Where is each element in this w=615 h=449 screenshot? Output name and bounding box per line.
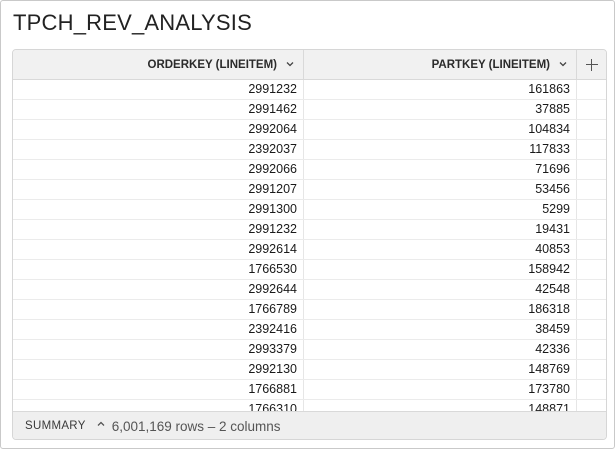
summary-toggle-label[interactable]: SUMMARY <box>25 420 86 432</box>
cell-orderkey[interactable]: 2392416 <box>13 320 304 339</box>
cell-empty <box>577 200 606 219</box>
cell-partkey[interactable]: 104834 <box>304 120 577 139</box>
cell-partkey[interactable]: 37885 <box>304 100 577 119</box>
cell-empty <box>577 240 606 259</box>
table-footer: SUMMARY 6,001,169 rows – 2 columns <box>13 411 606 439</box>
column-header-label: PARTKEY (LINEITEM) <box>431 58 550 71</box>
chevron-up-icon[interactable] <box>96 419 106 429</box>
table-row[interactable]: 2992130 148769 <box>13 360 606 380</box>
cell-orderkey[interactable]: 2992614 <box>13 240 304 259</box>
column-header-orderkey[interactable]: ORDERKEY (LINEITEM) <box>13 50 304 79</box>
cell-empty <box>577 100 606 119</box>
cell-empty <box>577 120 606 139</box>
cell-empty <box>577 140 606 159</box>
table-row[interactable]: 2991232 19431 <box>13 220 606 240</box>
plus-icon <box>585 58 598 71</box>
cell-partkey[interactable]: 5299 <box>304 200 577 219</box>
column-header-label: ORDERKEY (LINEITEM) <box>147 58 278 71</box>
cell-partkey[interactable]: 148769 <box>304 360 577 379</box>
table-row[interactable]: 1766530 158942 <box>13 260 606 280</box>
cell-empty <box>577 360 606 379</box>
column-header-partkey[interactable]: PARTKEY (LINEITEM) <box>304 50 577 79</box>
cell-orderkey[interactable]: 2991462 <box>13 100 304 119</box>
cell-partkey[interactable]: 40853 <box>304 240 577 259</box>
cell-partkey[interactable]: 117833 <box>304 140 577 159</box>
workbook-panel: TPCH_REV_ANALYSIS ORDERKEY (LINEITEM) PA… <box>0 0 615 449</box>
row-column-count: 6,001,169 rows – 2 columns <box>111 418 281 434</box>
cell-empty <box>577 380 606 399</box>
table-row[interactable]: 1766310 148871 <box>13 400 606 411</box>
cell-empty <box>577 260 606 279</box>
cell-orderkey[interactable]: 2392037 <box>13 140 304 159</box>
cell-orderkey[interactable]: 1766881 <box>13 380 304 399</box>
table-row[interactable]: 1766789 186318 <box>13 300 606 320</box>
add-column-button[interactable] <box>577 50 606 79</box>
cell-orderkey[interactable]: 2992064 <box>13 120 304 139</box>
cell-empty <box>577 280 606 299</box>
cell-orderkey[interactable]: 2992066 <box>13 160 304 179</box>
cell-partkey[interactable]: 148871 <box>304 400 577 411</box>
cell-partkey[interactable]: 42336 <box>304 340 577 359</box>
cell-empty <box>577 180 606 199</box>
table-header: ORDERKEY (LINEITEM) PARTKEY (LINEITEM) <box>13 50 606 80</box>
data-table: ORDERKEY (LINEITEM) PARTKEY (LINEITEM) 2… <box>12 49 607 440</box>
chevron-down-icon[interactable] <box>285 59 295 69</box>
cell-partkey[interactable]: 173780 <box>304 380 577 399</box>
cell-empty <box>577 160 606 179</box>
table-row[interactable]: 2991300 5299 <box>13 200 606 220</box>
cell-partkey[interactable]: 71696 <box>304 160 577 179</box>
table-row[interactable]: 2993379 42336 <box>13 340 606 360</box>
chevron-down-icon[interactable] <box>558 59 568 69</box>
table-row[interactable]: 1766881 173780 <box>13 380 606 400</box>
cell-empty <box>577 340 606 359</box>
cell-empty <box>577 300 606 319</box>
cell-partkey[interactable]: 53456 <box>304 180 577 199</box>
cell-empty <box>577 320 606 339</box>
table-row[interactable]: 2992066 71696 <box>13 160 606 180</box>
cell-orderkey[interactable]: 2991207 <box>13 180 304 199</box>
cell-partkey[interactable]: 161863 <box>304 80 577 99</box>
table-row[interactable]: 2992614 40853 <box>13 240 606 260</box>
cell-partkey[interactable]: 158942 <box>304 260 577 279</box>
cell-orderkey[interactable]: 2991232 <box>13 220 304 239</box>
cell-orderkey[interactable]: 1766789 <box>13 300 304 319</box>
table-row[interactable]: 2991207 53456 <box>13 180 606 200</box>
table-body[interactable]: 2991232 161863 2991462 37885 2992064 104834 23… <box>13 80 606 411</box>
cell-empty <box>577 400 606 411</box>
cell-partkey[interactable]: 42548 <box>304 280 577 299</box>
cell-orderkey[interactable]: 2992644 <box>13 280 304 299</box>
cell-orderkey[interactable]: 2991300 <box>13 200 304 219</box>
table-row[interactable]: 2992064 104834 <box>13 120 606 140</box>
cell-orderkey[interactable]: 1766310 <box>13 400 304 411</box>
page-title: TPCH_REV_ANALYSIS <box>13 10 252 35</box>
cell-empty <box>577 220 606 239</box>
table-row[interactable]: 2392416 38459 <box>13 320 606 340</box>
table-row[interactable]: 2991232 161863 <box>13 80 606 100</box>
table-row[interactable]: 2992644 42548 <box>13 280 606 300</box>
cell-partkey[interactable]: 19431 <box>304 220 577 239</box>
table-row[interactable]: 2392037 117833 <box>13 140 606 160</box>
table-row[interactable]: 2991462 37885 <box>13 100 606 120</box>
cell-partkey[interactable]: 38459 <box>304 320 577 339</box>
cell-orderkey[interactable]: 1766530 <box>13 260 304 279</box>
cell-orderkey[interactable]: 2991232 <box>13 80 304 99</box>
cell-orderkey[interactable]: 2992130 <box>13 360 304 379</box>
cell-partkey[interactable]: 186318 <box>304 300 577 319</box>
cell-empty <box>577 80 606 99</box>
cell-orderkey[interactable]: 2993379 <box>13 340 304 359</box>
